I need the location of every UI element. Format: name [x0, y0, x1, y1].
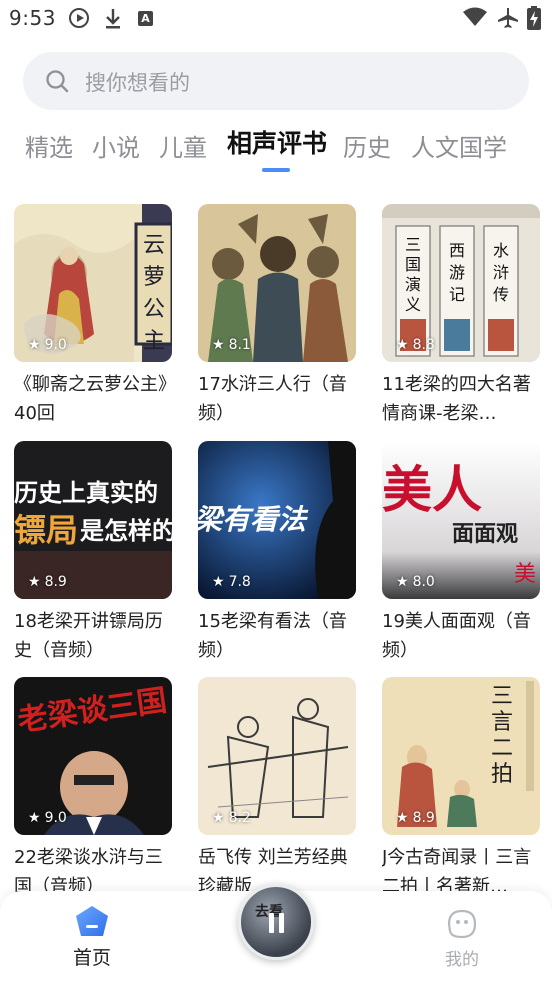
- nav-mine[interactable]: 我的: [440, 909, 484, 970]
- svg-text:三: 三: [405, 235, 421, 254]
- star-icon: ★: [396, 574, 409, 590]
- card-title: 17水浒三人行（音频）: [198, 374, 347, 424]
- rating-badge: ★ 8.0: [396, 574, 435, 590]
- home-icon: [75, 905, 109, 937]
- svg-text:二: 二: [491, 736, 513, 761]
- rating-badge: ★ 9.0: [28, 810, 67, 826]
- svg-text:水: 水: [493, 241, 509, 260]
- wifi-icon: [462, 6, 488, 32]
- card-cover: 老梁谈三国 ★ 9.0: [14, 677, 172, 835]
- svg-text:历史上真实的: 历史上真实的: [14, 479, 158, 507]
- card-cover: 三 国 演 义 西 游 记 水 浒 传 ★ 8.8: [382, 204, 540, 362]
- svg-text:传: 传: [493, 285, 509, 304]
- card-cover: 美人 面面观 美 ★ 8.0: [382, 441, 540, 599]
- star-icon: ★: [28, 574, 41, 590]
- card-title: 11老梁的四大名著情商课-老梁…: [382, 374, 531, 424]
- svg-text:是怎样的: 是怎样的: [80, 517, 172, 545]
- search-bar[interactable]: 搜你想看的: [23, 52, 529, 110]
- card-title: 18老梁开讲镖局历史（音频）: [14, 611, 163, 661]
- rating-badge: ★ 8.8: [396, 337, 435, 353]
- card-cover: 梁有看法 ★ 7.8: [198, 441, 356, 599]
- card-cover: 三 言 二 拍 ★ 8.9: [382, 677, 540, 835]
- tab-novel[interactable]: 小说: [92, 128, 140, 163]
- rating-badge: ★ 8.9: [28, 574, 67, 590]
- svg-text:义: 义: [405, 295, 421, 314]
- svg-text:梁有看法: 梁有看法: [198, 503, 309, 536]
- media-play-icon: [69, 8, 89, 28]
- star-icon: ★: [28, 810, 41, 826]
- svg-text:镖局: 镖局: [14, 511, 78, 549]
- mini-player-disc[interactable]: 去看: [238, 884, 314, 960]
- rating-badge: ★ 8.9: [396, 810, 435, 826]
- svg-text:美: 美: [514, 562, 536, 587]
- star-icon: ★: [396, 337, 409, 353]
- airplane-mode-icon: [496, 6, 520, 34]
- category-tabs: 精选 小说 儿童 相声评书 历史 人文国学: [0, 120, 552, 176]
- tab-children[interactable]: 儿童: [159, 128, 207, 163]
- svg-text:萝: 萝: [143, 265, 165, 290]
- pause-icon[interactable]: [269, 913, 285, 933]
- rating-badge: ★ 8.2: [212, 810, 251, 826]
- battery-charging-icon: [527, 6, 541, 34]
- rating-badge: ★ 8.1: [212, 337, 251, 353]
- svg-text:美人: 美人: [382, 461, 482, 519]
- profile-icon: [447, 909, 477, 939]
- nav-home-label: 首页: [72, 947, 111, 969]
- svg-text:国: 国: [405, 255, 421, 274]
- svg-text:记: 记: [449, 285, 465, 304]
- download-icon: [104, 8, 122, 30]
- status-bar: 9:53 A: [0, 0, 552, 38]
- tab-featured[interactable]: 精选: [25, 128, 73, 163]
- card-cover: ★ 8.1: [198, 204, 356, 362]
- tab-history[interactable]: 历史: [343, 128, 391, 163]
- star-icon: ★: [212, 337, 225, 353]
- card-title: 15老梁有看法（音频）: [198, 611, 347, 661]
- star-icon: ★: [212, 574, 225, 590]
- card-title: 19美人面面观（音频）: [382, 611, 531, 661]
- svg-text:公: 公: [143, 297, 165, 322]
- svg-text:浒: 浒: [493, 263, 509, 282]
- nav-home[interactable]: 首页: [70, 905, 114, 970]
- card-title: 《聊斋之云萝公主》40回: [14, 374, 167, 424]
- tab-humanities[interactable]: 人文国学: [411, 128, 507, 163]
- svg-text:三: 三: [491, 684, 513, 709]
- svg-text:主: 主: [143, 329, 165, 354]
- search-icon: [45, 69, 69, 93]
- rating-badge: ★ 7.8: [212, 574, 251, 590]
- star-icon: ★: [212, 810, 225, 826]
- svg-text:演: 演: [405, 275, 421, 294]
- card-cover: 云 萝 公 主 ★ 9.0: [14, 204, 172, 362]
- svg-text:西: 西: [449, 241, 465, 260]
- nav-mine-label: 我的: [445, 950, 479, 970]
- star-icon: ★: [396, 810, 409, 826]
- svg-text:面面观: 面面观: [452, 522, 518, 547]
- tab-crosstalk-storytelling[interactable]: 相声评书: [227, 124, 327, 160]
- search-placeholder: 搜你想看的: [85, 71, 190, 95]
- active-tab-indicator: [262, 168, 290, 172]
- star-icon: ★: [28, 337, 41, 353]
- text-a-icon: A: [138, 11, 153, 26]
- status-time: 9:53: [9, 6, 56, 30]
- rating-badge: ★ 9.0: [28, 337, 67, 353]
- svg-text:游: 游: [449, 263, 465, 282]
- svg-text:言: 言: [491, 710, 513, 735]
- svg-text:拍: 拍: [491, 762, 513, 787]
- cover-text: 云: [143, 233, 165, 258]
- card-cover: ★ 8.2: [198, 677, 356, 835]
- card-cover: 历史上真实的 镖局 是怎样的 ★ 8.9: [14, 441, 172, 599]
